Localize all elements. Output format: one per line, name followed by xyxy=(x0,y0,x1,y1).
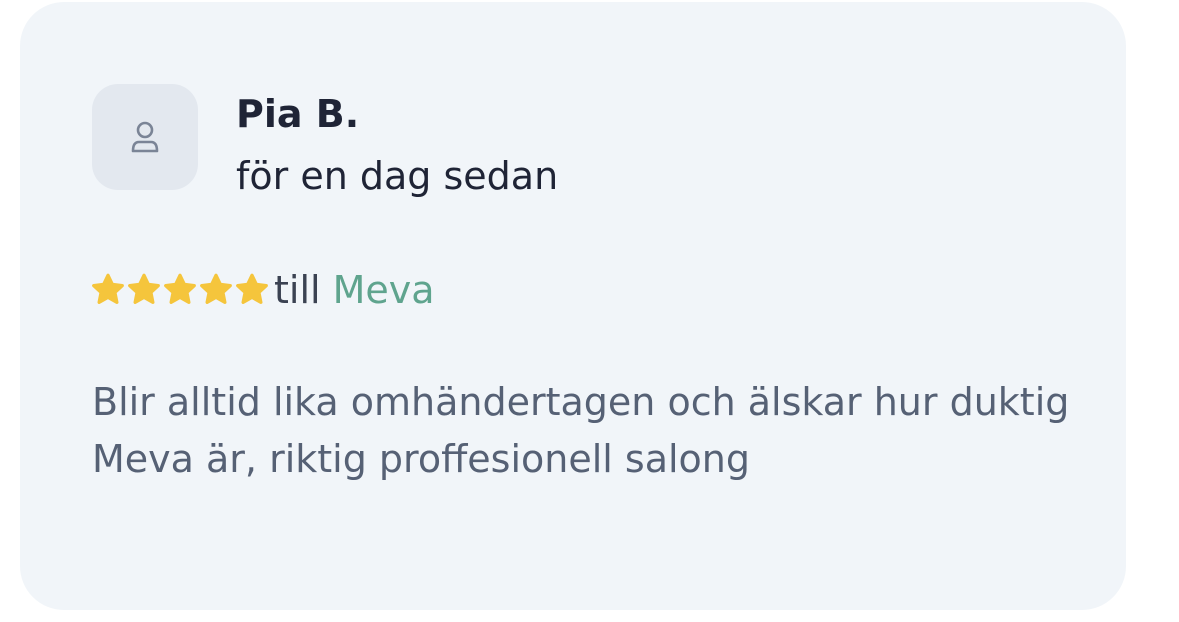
user-icon xyxy=(125,117,165,157)
reviewer-name: Pia B. xyxy=(236,92,360,136)
review-timestamp: för en dag sedan xyxy=(236,154,559,198)
review-card: Pia B. för en dag sedan till Meva Blir a… xyxy=(20,2,1126,610)
salon-link[interactable]: Meva xyxy=(333,264,435,316)
star-rating xyxy=(90,272,270,308)
till-label: till xyxy=(274,268,321,312)
rating-row: till Meva xyxy=(90,264,435,316)
star-icon xyxy=(92,273,124,304)
star-icon xyxy=(128,273,160,304)
review-text: Blir alltid lika omhändertagen och älska… xyxy=(92,380,1070,481)
avatar xyxy=(92,84,198,190)
star-icon xyxy=(236,273,268,304)
star-icon xyxy=(200,273,232,304)
star-icon xyxy=(164,273,196,304)
